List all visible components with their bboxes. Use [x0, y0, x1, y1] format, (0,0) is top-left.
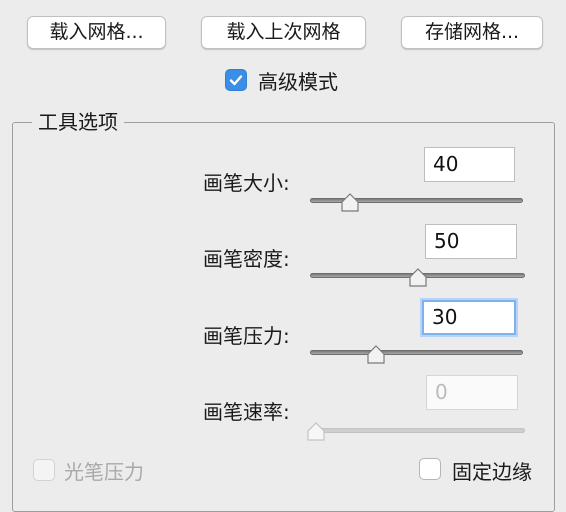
tool-options-title: 工具选项	[32, 108, 124, 136]
stylus-pressure-label: 光笔压力	[64, 460, 144, 484]
brush-size-label: 画笔大小:	[203, 171, 290, 195]
brush-rate-slider-thumb[interactable]	[306, 422, 326, 442]
brush-size-field[interactable]: 40	[424, 147, 515, 182]
load-last-mesh-button[interactable]: 载入上次网格	[201, 16, 366, 49]
checkmark-icon	[229, 75, 243, 86]
save-mesh-button[interactable]: 存储网格...	[401, 16, 543, 49]
brush-rate-field[interactable]: 0	[426, 375, 518, 410]
load-mesh-button[interactable]: 载入网格...	[27, 16, 166, 49]
brush-size-slider-thumb[interactable]	[340, 193, 360, 213]
pin-edges-label: 固定边缘	[452, 460, 532, 484]
brush-density-field[interactable]: 50	[425, 224, 517, 259]
brush-rate-label: 画笔速率:	[203, 400, 290, 424]
brush-density-label: 画笔密度:	[203, 247, 290, 271]
brush-pressure-slider-thumb[interactable]	[366, 345, 386, 365]
brush-rate-slider-track[interactable]	[310, 428, 525, 433]
brush-pressure-label: 画笔压力:	[203, 324, 290, 348]
pin-edges-checkbox[interactable]	[419, 458, 441, 480]
advanced-mode-checkbox[interactable]	[225, 69, 247, 91]
brush-pressure-field[interactable]: 30	[422, 300, 516, 335]
brush-density-slider-thumb[interactable]	[408, 268, 428, 288]
stylus-pressure-checkbox[interactable]	[33, 459, 55, 481]
brush-pressure-slider-track[interactable]	[310, 350, 523, 355]
advanced-mode-label: 高级模式	[258, 70, 338, 94]
